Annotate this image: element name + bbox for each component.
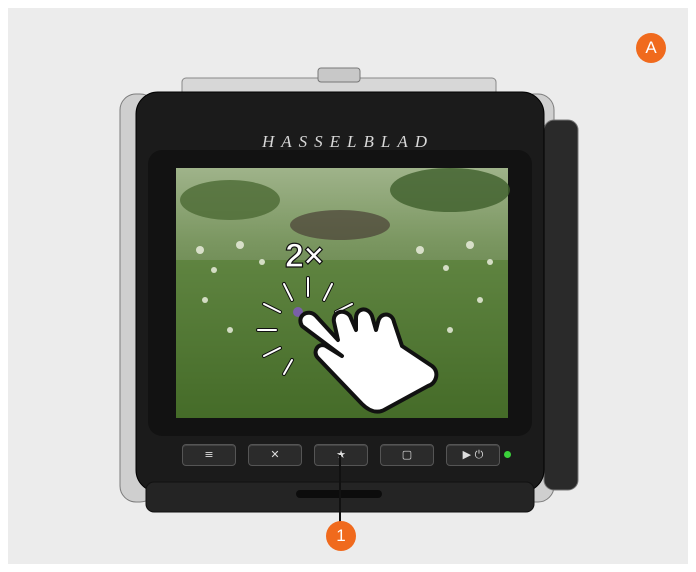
- callout-leader-line: [339, 455, 341, 523]
- tree-line: [180, 180, 280, 220]
- camera-right-grip: [543, 119, 579, 491]
- bush: [290, 210, 390, 240]
- camera-illustration: [119, 67, 579, 513]
- close-button[interactable]: ✕: [248, 444, 302, 466]
- play-power-icon: ▶ ⏻: [462, 448, 484, 461]
- status-led: [504, 451, 511, 458]
- star-icon: ★: [336, 448, 346, 461]
- menu-icon: ≡: [204, 448, 214, 461]
- tree-line: [390, 168, 510, 212]
- close-icon: ✕: [270, 448, 280, 461]
- play-power-button[interactable]: ▶ ⏻: [446, 444, 500, 466]
- callout-badge-a: A: [636, 33, 666, 63]
- callout-badge-1: 1: [326, 521, 356, 551]
- camera-top-dial: [317, 67, 361, 83]
- display-button[interactable]: ▢: [380, 444, 434, 466]
- double-tap-label: 2×: [284, 236, 324, 275]
- brand-logo: HASSELBLAD: [262, 132, 434, 151]
- menu-button[interactable]: ≡: [182, 444, 236, 466]
- screen-icon: ▢: [401, 448, 413, 461]
- favorite-button[interactable]: ★: [314, 444, 368, 466]
